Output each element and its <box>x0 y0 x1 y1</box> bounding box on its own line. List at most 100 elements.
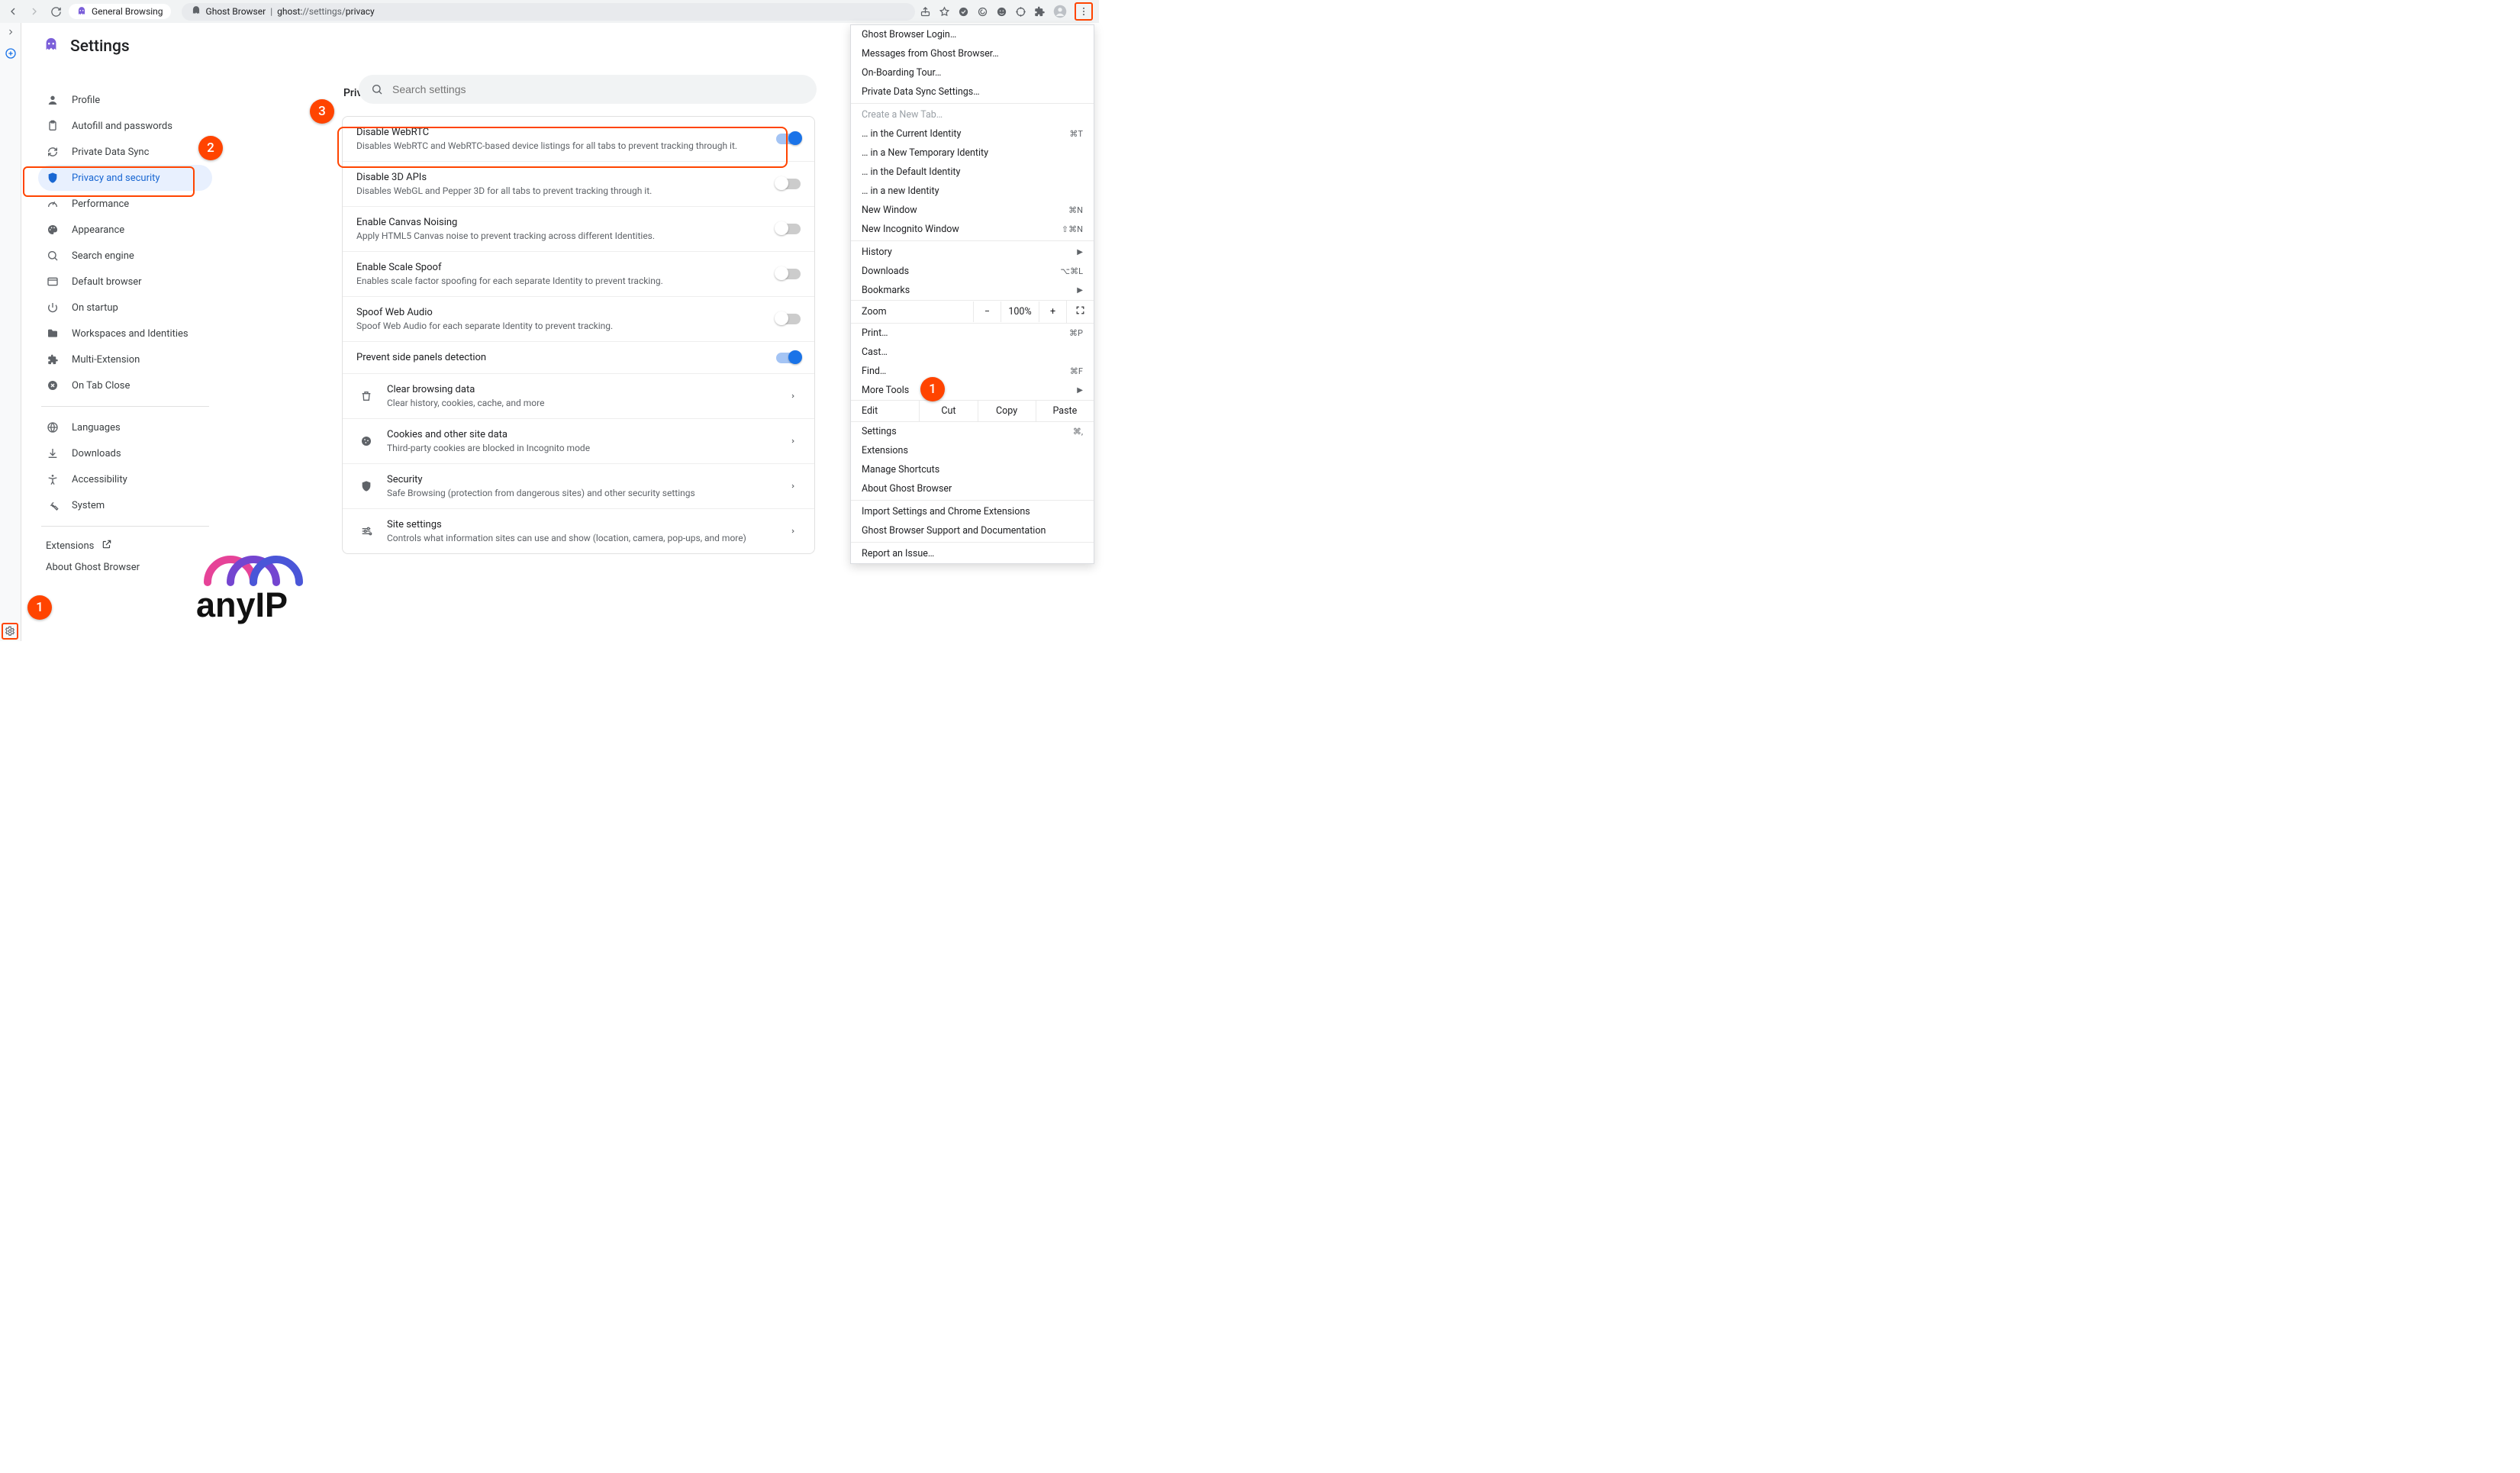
sidebar-link-extensions[interactable]: Extensions <box>38 534 212 557</box>
menu-cut[interactable]: Cut <box>919 401 977 421</box>
sidebar-item-on-startup[interactable]: On startup <box>38 295 212 321</box>
rail-add-button[interactable] <box>5 47 17 63</box>
sidebar-item-label: Multi-Extension <box>72 354 140 366</box>
sidebar-item-multi-extension[interactable]: Multi-Extension <box>38 346 212 372</box>
settings-sidebar: ProfileAutofill and passwords Private Dat… <box>21 82 220 641</box>
toggle[interactable] <box>776 134 801 144</box>
toggle[interactable] <box>776 269 801 279</box>
setting-row-clear-browsing-data[interactable]: Clear browsing dataClear history, cookie… <box>343 373 814 418</box>
menu-item-on-boarding-tour-[interactable]: On-Boarding Tour… <box>851 63 1094 82</box>
clipboard-icon <box>46 120 60 132</box>
menu-item-manage-shortcuts[interactable]: Manage Shortcuts <box>851 460 1094 479</box>
row-subtitle: Apply HTML5 Canvas noise to prevent trac… <box>356 230 765 241</box>
menu-item--in-a-new-temporary-identity[interactable]: … in a New Temporary Identity <box>851 143 1094 163</box>
menu-item-new-incognito-window[interactable]: New Incognito Window⇧⌘N <box>851 220 1094 239</box>
chevron-right-icon <box>785 482 801 491</box>
rail-settings-button[interactable] <box>2 623 18 640</box>
rail-expand-icon[interactable] <box>6 27 15 40</box>
setting-row-site-settings[interactable]: Site settingsControls what information s… <box>343 508 814 553</box>
menu-item-history[interactable]: History▶ <box>851 243 1094 262</box>
menu-item-import-settings-and-chrome-extensions[interactable]: Import Settings and Chrome Extensions <box>851 502 1094 521</box>
forward-button[interactable] <box>26 3 43 20</box>
sidebar-item-on-tab-close[interactable]: On Tab Close <box>38 372 212 398</box>
external-link-icon <box>102 539 112 553</box>
search-input[interactable] <box>392 83 804 95</box>
menu-item-cast-[interactable]: Cast… <box>851 343 1094 362</box>
menu-copy[interactable]: Copy <box>978 401 1036 421</box>
address-sep: | <box>270 6 272 17</box>
sidebar-item-private-data-sync[interactable]: Private Data Sync <box>38 139 212 165</box>
setting-row-prevent-side-panels-detection: Prevent side panels detection <box>343 341 814 373</box>
extensions-icon[interactable] <box>1034 6 1046 18</box>
sidebar-item-languages[interactable]: Languages <box>38 414 212 440</box>
star-icon[interactable] <box>939 6 950 18</box>
address-site-label: Ghost Browser <box>206 6 266 17</box>
search-settings[interactable] <box>359 75 817 104</box>
sidebar-item-workspaces-and-identities[interactable]: Workspaces and Identities <box>38 321 212 346</box>
menu-item-settings[interactable]: Settings⌘, <box>851 422 1094 441</box>
grammarly-icon[interactable] <box>977 6 988 18</box>
menu-paste[interactable]: Paste <box>1036 401 1094 421</box>
menu-item-bookmarks[interactable]: Bookmarks▶ <box>851 281 1094 300</box>
sidebar-item-appearance[interactable]: Appearance <box>38 217 212 243</box>
menu-item-ghost-browser-login-[interactable]: Ghost Browser Login… <box>851 25 1094 44</box>
setting-row-security[interactable]: SecuritySafe Browsing (protection from d… <box>343 463 814 508</box>
svg-text:anyIP: anyIP <box>196 585 288 624</box>
menu-item-messages-from-ghost-browser-[interactable]: Messages from Ghost Browser… <box>851 44 1094 63</box>
share-icon[interactable] <box>920 6 931 18</box>
sidebar-item-search-engine[interactable]: Search engine <box>38 243 212 269</box>
menu-item-extensions[interactable]: Extensions <box>851 441 1094 460</box>
sidebar-item-profile[interactable]: Profile <box>38 87 212 113</box>
row-title: Disable WebRTC <box>356 127 765 138</box>
menu-item-ghost-browser-support-and-documentation[interactable]: Ghost Browser Support and Documentation <box>851 521 1094 540</box>
toggle[interactable] <box>776 224 801 234</box>
sidebar-item-label: Workspaces and Identities <box>72 328 189 340</box>
identity-selector[interactable]: General Browsing <box>69 4 171 19</box>
sidebar-item-privacy-and-security[interactable]: Privacy and security <box>38 165 212 191</box>
toggle[interactable] <box>776 353 801 363</box>
sidebar-item-system[interactable]: System <box>38 492 212 518</box>
menu-item-new-window[interactable]: New Window⌘N <box>851 201 1094 220</box>
menu-item-more-tools[interactable]: More Tools▶ <box>851 381 1094 400</box>
sidebar-item-default-browser[interactable]: Default browser <box>38 269 212 295</box>
menu-item-about-ghost-browser[interactable]: About Ghost Browser <box>851 479 1094 498</box>
menu-item-print-[interactable]: Print…⌘P <box>851 324 1094 343</box>
face-icon[interactable] <box>996 6 1007 18</box>
menu-item-create-new-tab: Create a New Tab… <box>851 105 1094 124</box>
zoom-in-button[interactable]: + <box>1039 301 1066 322</box>
setting-row-enable-canvas-noising: Enable Canvas NoisingApply HTML5 Canvas … <box>343 206 814 251</box>
sidebar-item-label: Private Data Sync <box>72 147 149 158</box>
sidebar-item-accessibility[interactable]: Accessibility <box>38 466 212 492</box>
menu-button[interactable] <box>1075 2 1093 21</box>
setting-row-cookies-and-other-site-data[interactable]: Cookies and other site dataThird-party c… <box>343 418 814 463</box>
sidebar-link-about[interactable]: About Ghost Browser <box>38 557 212 578</box>
reload-button[interactable] <box>47 3 64 20</box>
menu-item--in-the-current-identity[interactable]: … in the Current Identity⌘T <box>851 124 1094 143</box>
sidebar-item-autofill-and-passwords[interactable]: Autofill and passwords <box>38 113 212 139</box>
privacy-card: Disable WebRTCDisables WebRTC and WebRTC… <box>342 116 815 554</box>
row-title: Site settings <box>387 519 775 530</box>
speed-icon <box>46 198 60 210</box>
zoom-out-button[interactable]: − <box>973 301 1001 322</box>
menu-item--in-a-new-identity[interactable]: … in a new Identity <box>851 182 1094 201</box>
menu-item-downloads[interactable]: Downloads⌥⌘L <box>851 262 1094 281</box>
profile-avatar-icon[interactable] <box>1053 5 1067 18</box>
row-subtitle: Safe Browsing (protection from dangerous… <box>387 488 775 498</box>
sidebar-item-performance[interactable]: Performance <box>38 191 212 217</box>
row-subtitle: Third-party cookies are blocked in Incog… <box>387 443 775 453</box>
target-icon[interactable] <box>1015 6 1026 18</box>
search-icon <box>371 83 383 95</box>
fullscreen-button[interactable] <box>1066 301 1094 323</box>
sidebar-item-downloads[interactable]: Downloads <box>38 440 212 466</box>
menu-item--in-the-default-identity[interactable]: … in the Default Identity <box>851 163 1094 182</box>
toggle[interactable] <box>776 179 801 189</box>
check-circle-icon[interactable] <box>958 6 969 18</box>
toggle[interactable] <box>776 314 801 324</box>
puzzle-icon <box>46 354 60 366</box>
menu-item-private-data-sync-settings-[interactable]: Private Data Sync Settings… <box>851 82 1094 102</box>
back-button[interactable] <box>5 3 21 20</box>
menu-item-report-an-issue-[interactable]: Report an Issue… <box>851 544 1094 563</box>
main-menu: Ghost Browser Login…Messages from Ghost … <box>850 24 1094 564</box>
menu-item-find-[interactable]: Find…⌘F <box>851 362 1094 381</box>
address-bar[interactable]: Ghost Browser | ghost://settings/privacy <box>182 3 915 21</box>
